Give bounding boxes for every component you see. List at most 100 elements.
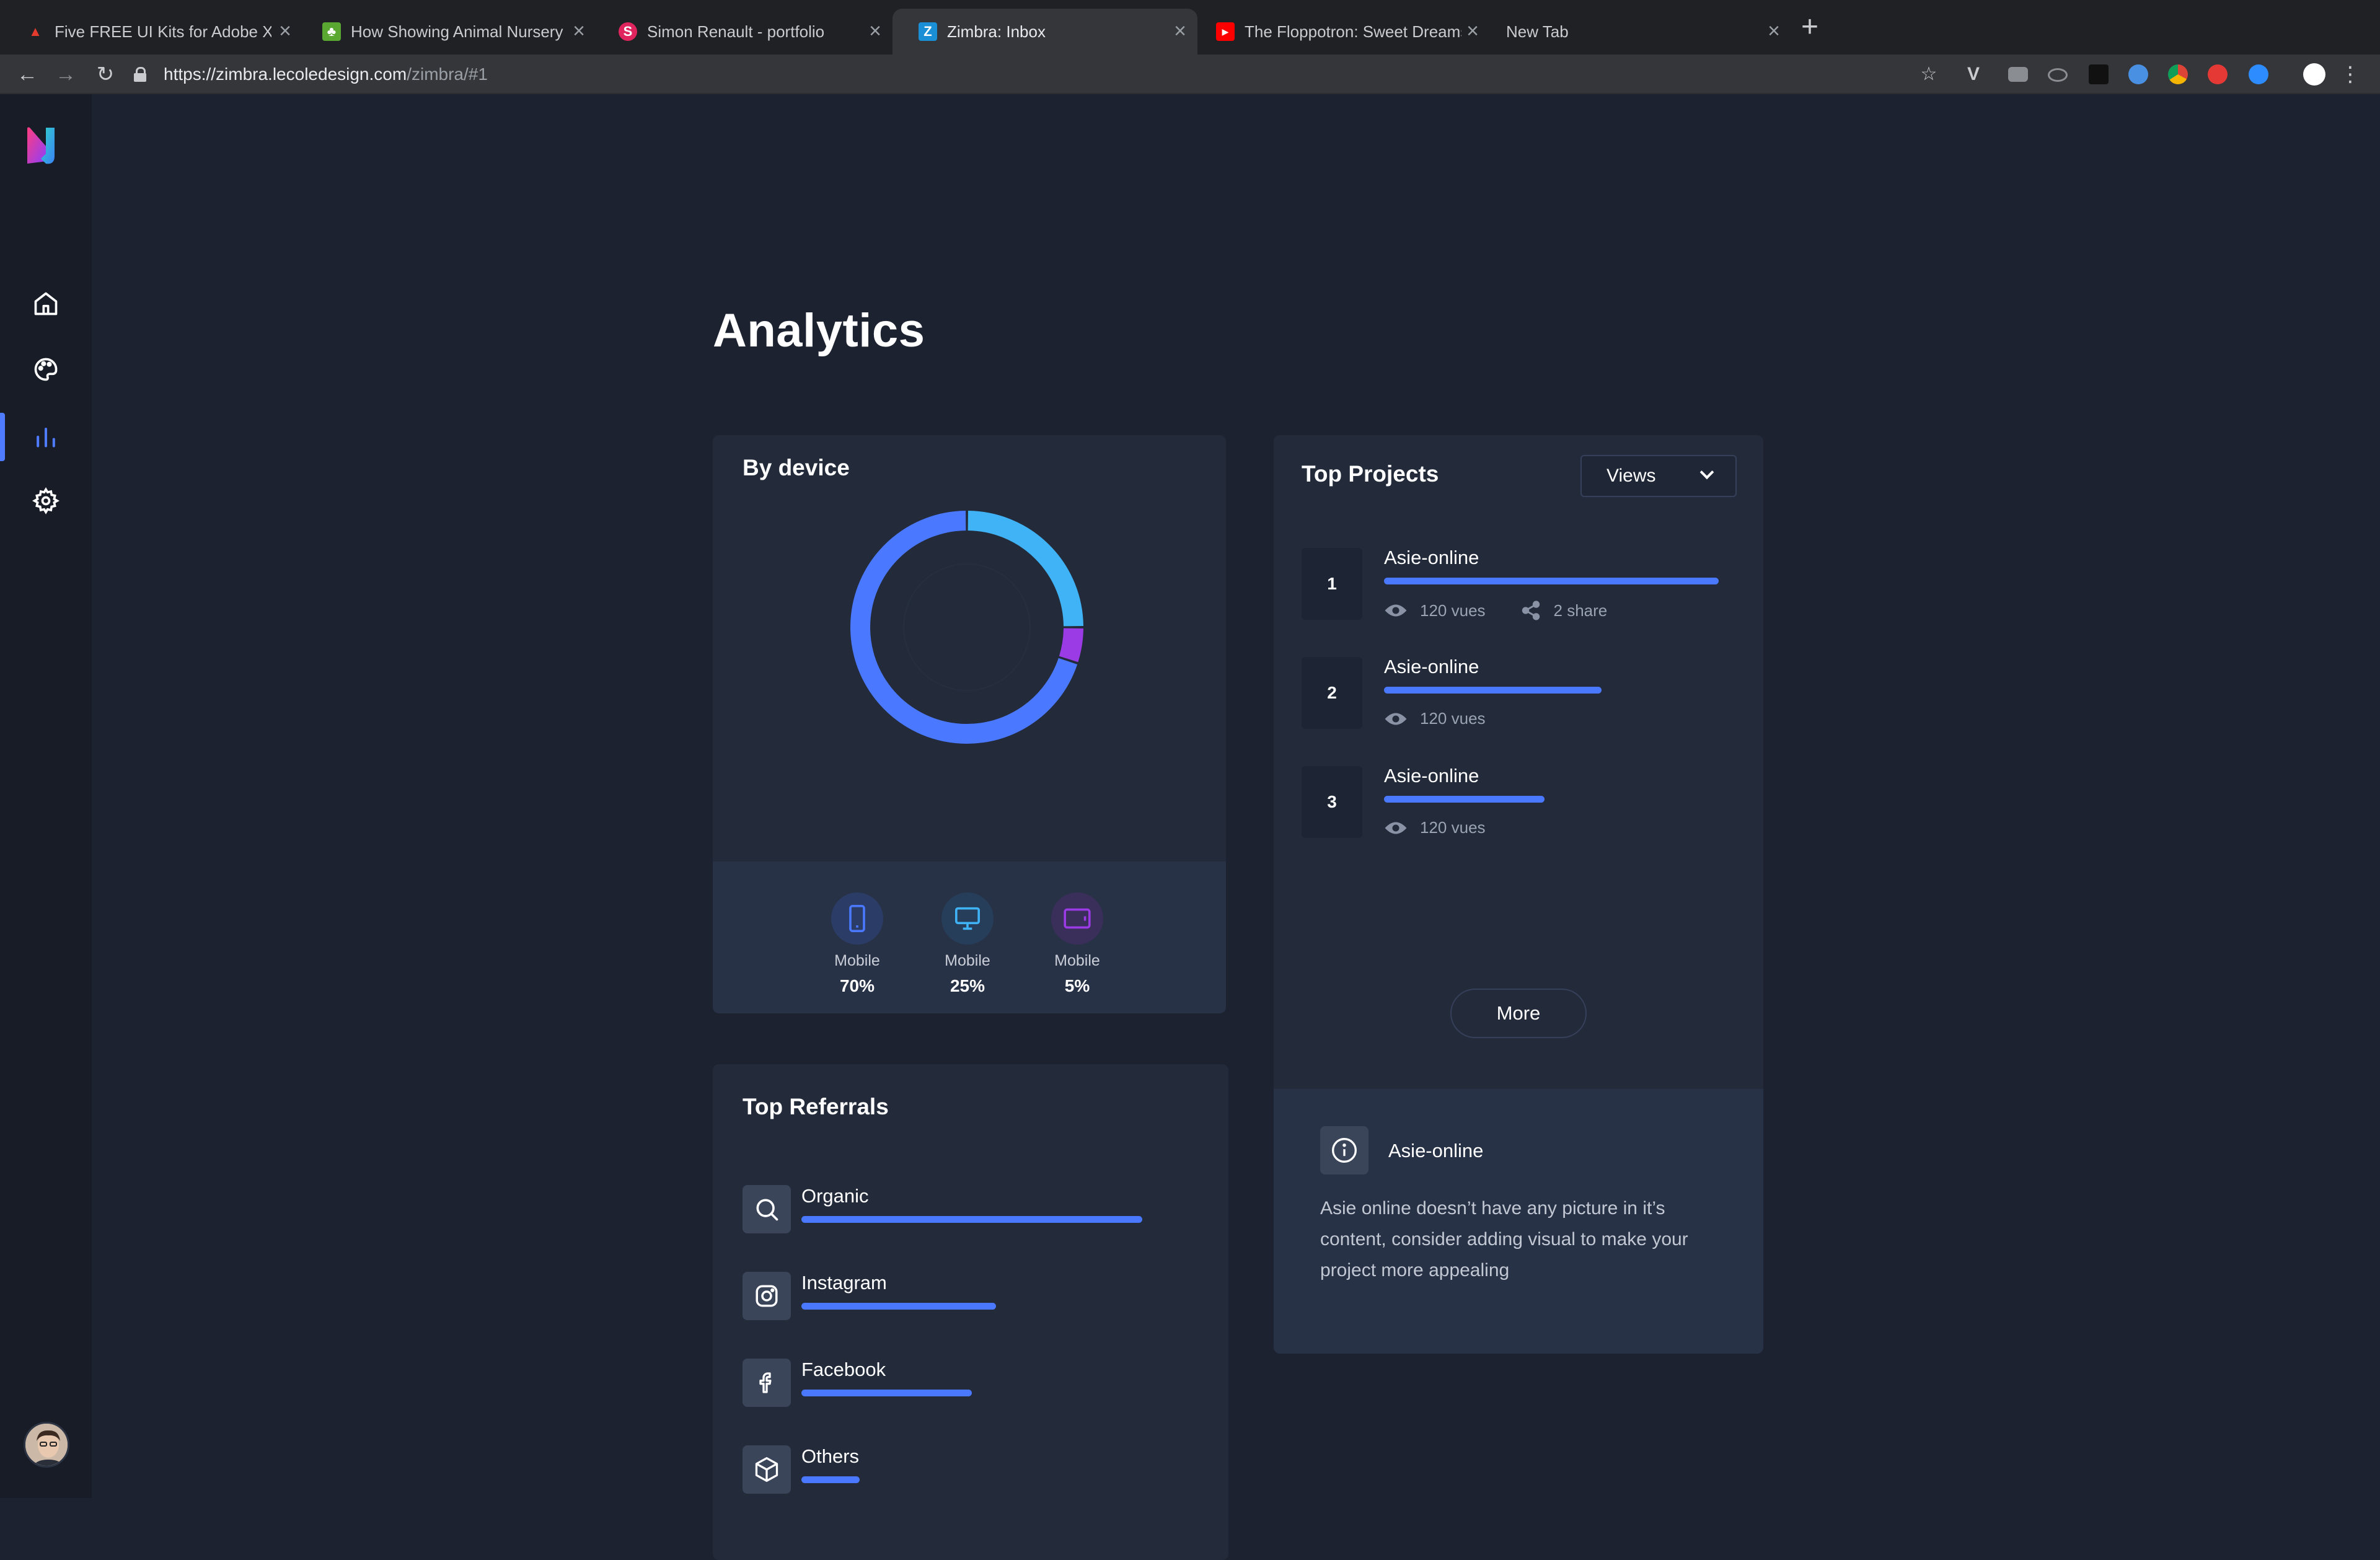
project-meta: 120 vues [1384, 709, 1520, 728]
donut-slice [967, 511, 1083, 627]
close-icon[interactable]: × [279, 20, 291, 42]
referral-icon-box [743, 1445, 791, 1494]
device-icon-circle [941, 892, 994, 945]
referral-progress-bar [801, 1390, 972, 1396]
top-projects-card: Top Projects Views 1 Asie-online 120 vue… [1274, 435, 1763, 1354]
profile-icon[interactable] [2303, 63, 2325, 86]
project-rank: 2 [1302, 657, 1362, 729]
referral-row[interactable]: Instagram [743, 1272, 1176, 1321]
views-stat: 120 vues [1384, 709, 1486, 728]
project-info-panel: Asie-online Asie online doesn’t have any… [1274, 1089, 1763, 1354]
sidebar-item-settings[interactable] [30, 485, 62, 517]
reload-button[interactable]: ↻ [92, 61, 119, 88]
bird-icon[interactable] [2089, 64, 2109, 84]
views-count: 120 vues [1420, 818, 1486, 837]
views-count: 120 vues [1420, 601, 1486, 620]
device-value: 25% [950, 976, 985, 995]
sidebar-item-analytics[interactable] [30, 421, 62, 453]
project-row[interactable]: 1 Asie-online 120 vues 2 share [1302, 547, 1735, 622]
device-icon-circle [831, 892, 883, 945]
top-projects-title: Top Projects [1302, 461, 1439, 487]
page-title: Analytics [713, 304, 925, 357]
referral-progress-bar [801, 1216, 1142, 1223]
browser-tab[interactable]: S Simon Renault - portfolio × [593, 9, 892, 55]
bookmark-star-icon[interactable]: ☆ [1915, 61, 1942, 88]
extension-v-icon[interactable]: V [1967, 64, 1987, 84]
close-icon[interactable]: × [573, 20, 585, 42]
extension-gear-icon[interactable] [2128, 64, 2148, 84]
close-icon[interactable]: × [1174, 20, 1186, 42]
project-meta: 120 vues 2 share [1384, 600, 1642, 621]
url-path: /zimbra/#1 [407, 64, 488, 84]
top-referrals-card: Top Referrals Organic Instagram Facebook [713, 1064, 1228, 1560]
url-field[interactable]: https://zimbra.lecoledesign.com/zimbra/#… [134, 59, 1931, 89]
menu-dots-icon[interactable]: ⋮ [2337, 61, 2364, 88]
tab-title: Simon Renault - portfolio [647, 22, 825, 41]
tablet-icon [1064, 908, 1091, 929]
project-progress-bar [1384, 578, 1719, 584]
project-progress-bar [1384, 796, 1545, 803]
chrome-icon[interactable] [2168, 64, 2188, 84]
project-row[interactable]: 2 Asie-online 120 vues [1302, 656, 1735, 731]
referral-icon-box [743, 1272, 791, 1320]
browser-tab[interactable]: ♣ How Showing Animal Nursery P × [296, 9, 596, 55]
donut-slice [1059, 628, 1083, 663]
sidebar-item-home[interactable] [30, 288, 62, 320]
top-referrals-title: Top Referrals [743, 1094, 889, 1119]
shares-stat: 2 share [1520, 600, 1607, 621]
red-extension-icon[interactable] [2208, 64, 2228, 84]
device-icon-circle [1051, 892, 1103, 945]
avatar[interactable] [24, 1422, 69, 1468]
close-icon[interactable]: × [869, 20, 881, 42]
tab-title: Five FREE UI Kits for Adobe XD [55, 22, 271, 41]
new-tab-button[interactable]: + [1801, 12, 1818, 42]
eye-icon [1385, 604, 1407, 617]
app-logo [27, 127, 55, 164]
home-icon [34, 292, 58, 315]
views-stat: 120 vues [1384, 818, 1486, 837]
blue-extension-icon[interactable] [2249, 64, 2268, 84]
eye-icon [1385, 713, 1407, 725]
close-icon[interactable]: × [1768, 20, 1780, 42]
search-icon [756, 1199, 778, 1221]
referral-row[interactable]: Organic [743, 1185, 1176, 1235]
metric-select[interactable]: Views [1580, 455, 1737, 497]
share-icon [1522, 601, 1540, 620]
browser-tab[interactable]: New Tab × [1481, 9, 1791, 55]
device-label: Mobile [834, 952, 880, 969]
back-button[interactable]: ← [14, 61, 41, 88]
device-legend-item: Mobile 25% [930, 892, 1005, 996]
browser-tab[interactable]: ▲ Five FREE UI Kits for Adobe XD × [0, 9, 302, 55]
close-icon[interactable]: × [1466, 20, 1479, 42]
views-count: 120 vues [1420, 709, 1486, 728]
by-device-title: By device [743, 455, 850, 480]
tab-title: The Floppotron: Sweet Dreams [1245, 22, 1461, 41]
referral-icon-box [743, 1359, 791, 1407]
donut-inner-ring [903, 563, 1031, 691]
project-rank: 3 [1302, 766, 1362, 838]
more-button[interactable]: More [1450, 989, 1587, 1038]
project-progress-bar [1384, 687, 1602, 694]
sidebar-item-design[interactable] [30, 353, 62, 386]
browser-tab[interactable]: ▶ The Floppotron: Sweet Dreams × [1190, 9, 1490, 55]
views-stat: 120 vues [1384, 601, 1486, 620]
eye-icon [1385, 822, 1407, 834]
referral-name: Facebook [801, 1359, 886, 1380]
project-row[interactable]: 3 Asie-online 120 vues [1302, 765, 1735, 840]
browser-tab-active[interactable]: Z Zimbra: Inbox × [892, 9, 1197, 55]
info-icon [1332, 1138, 1357, 1163]
referral-row[interactable]: Facebook [743, 1359, 1176, 1408]
referral-progress-bar [801, 1476, 860, 1483]
desktop-icon [955, 907, 980, 930]
bar-chart-icon [37, 428, 55, 447]
lock-icon [134, 67, 146, 82]
referral-progress-bar [801, 1303, 996, 1310]
camera-icon[interactable] [2008, 67, 2028, 82]
cloud-icon[interactable] [2048, 68, 2068, 82]
project-meta: 120 vues [1384, 818, 1520, 837]
by-device-card: By device Mobile 70% Mobile 25% Mobile 5… [713, 435, 1226, 1013]
device-donut-chart [850, 511, 1083, 744]
referral-row[interactable]: Others [743, 1445, 1176, 1495]
app: Analytics By device Mobile 70% Mobile 25… [0, 94, 2380, 1560]
forward-button[interactable]: → [52, 61, 79, 88]
